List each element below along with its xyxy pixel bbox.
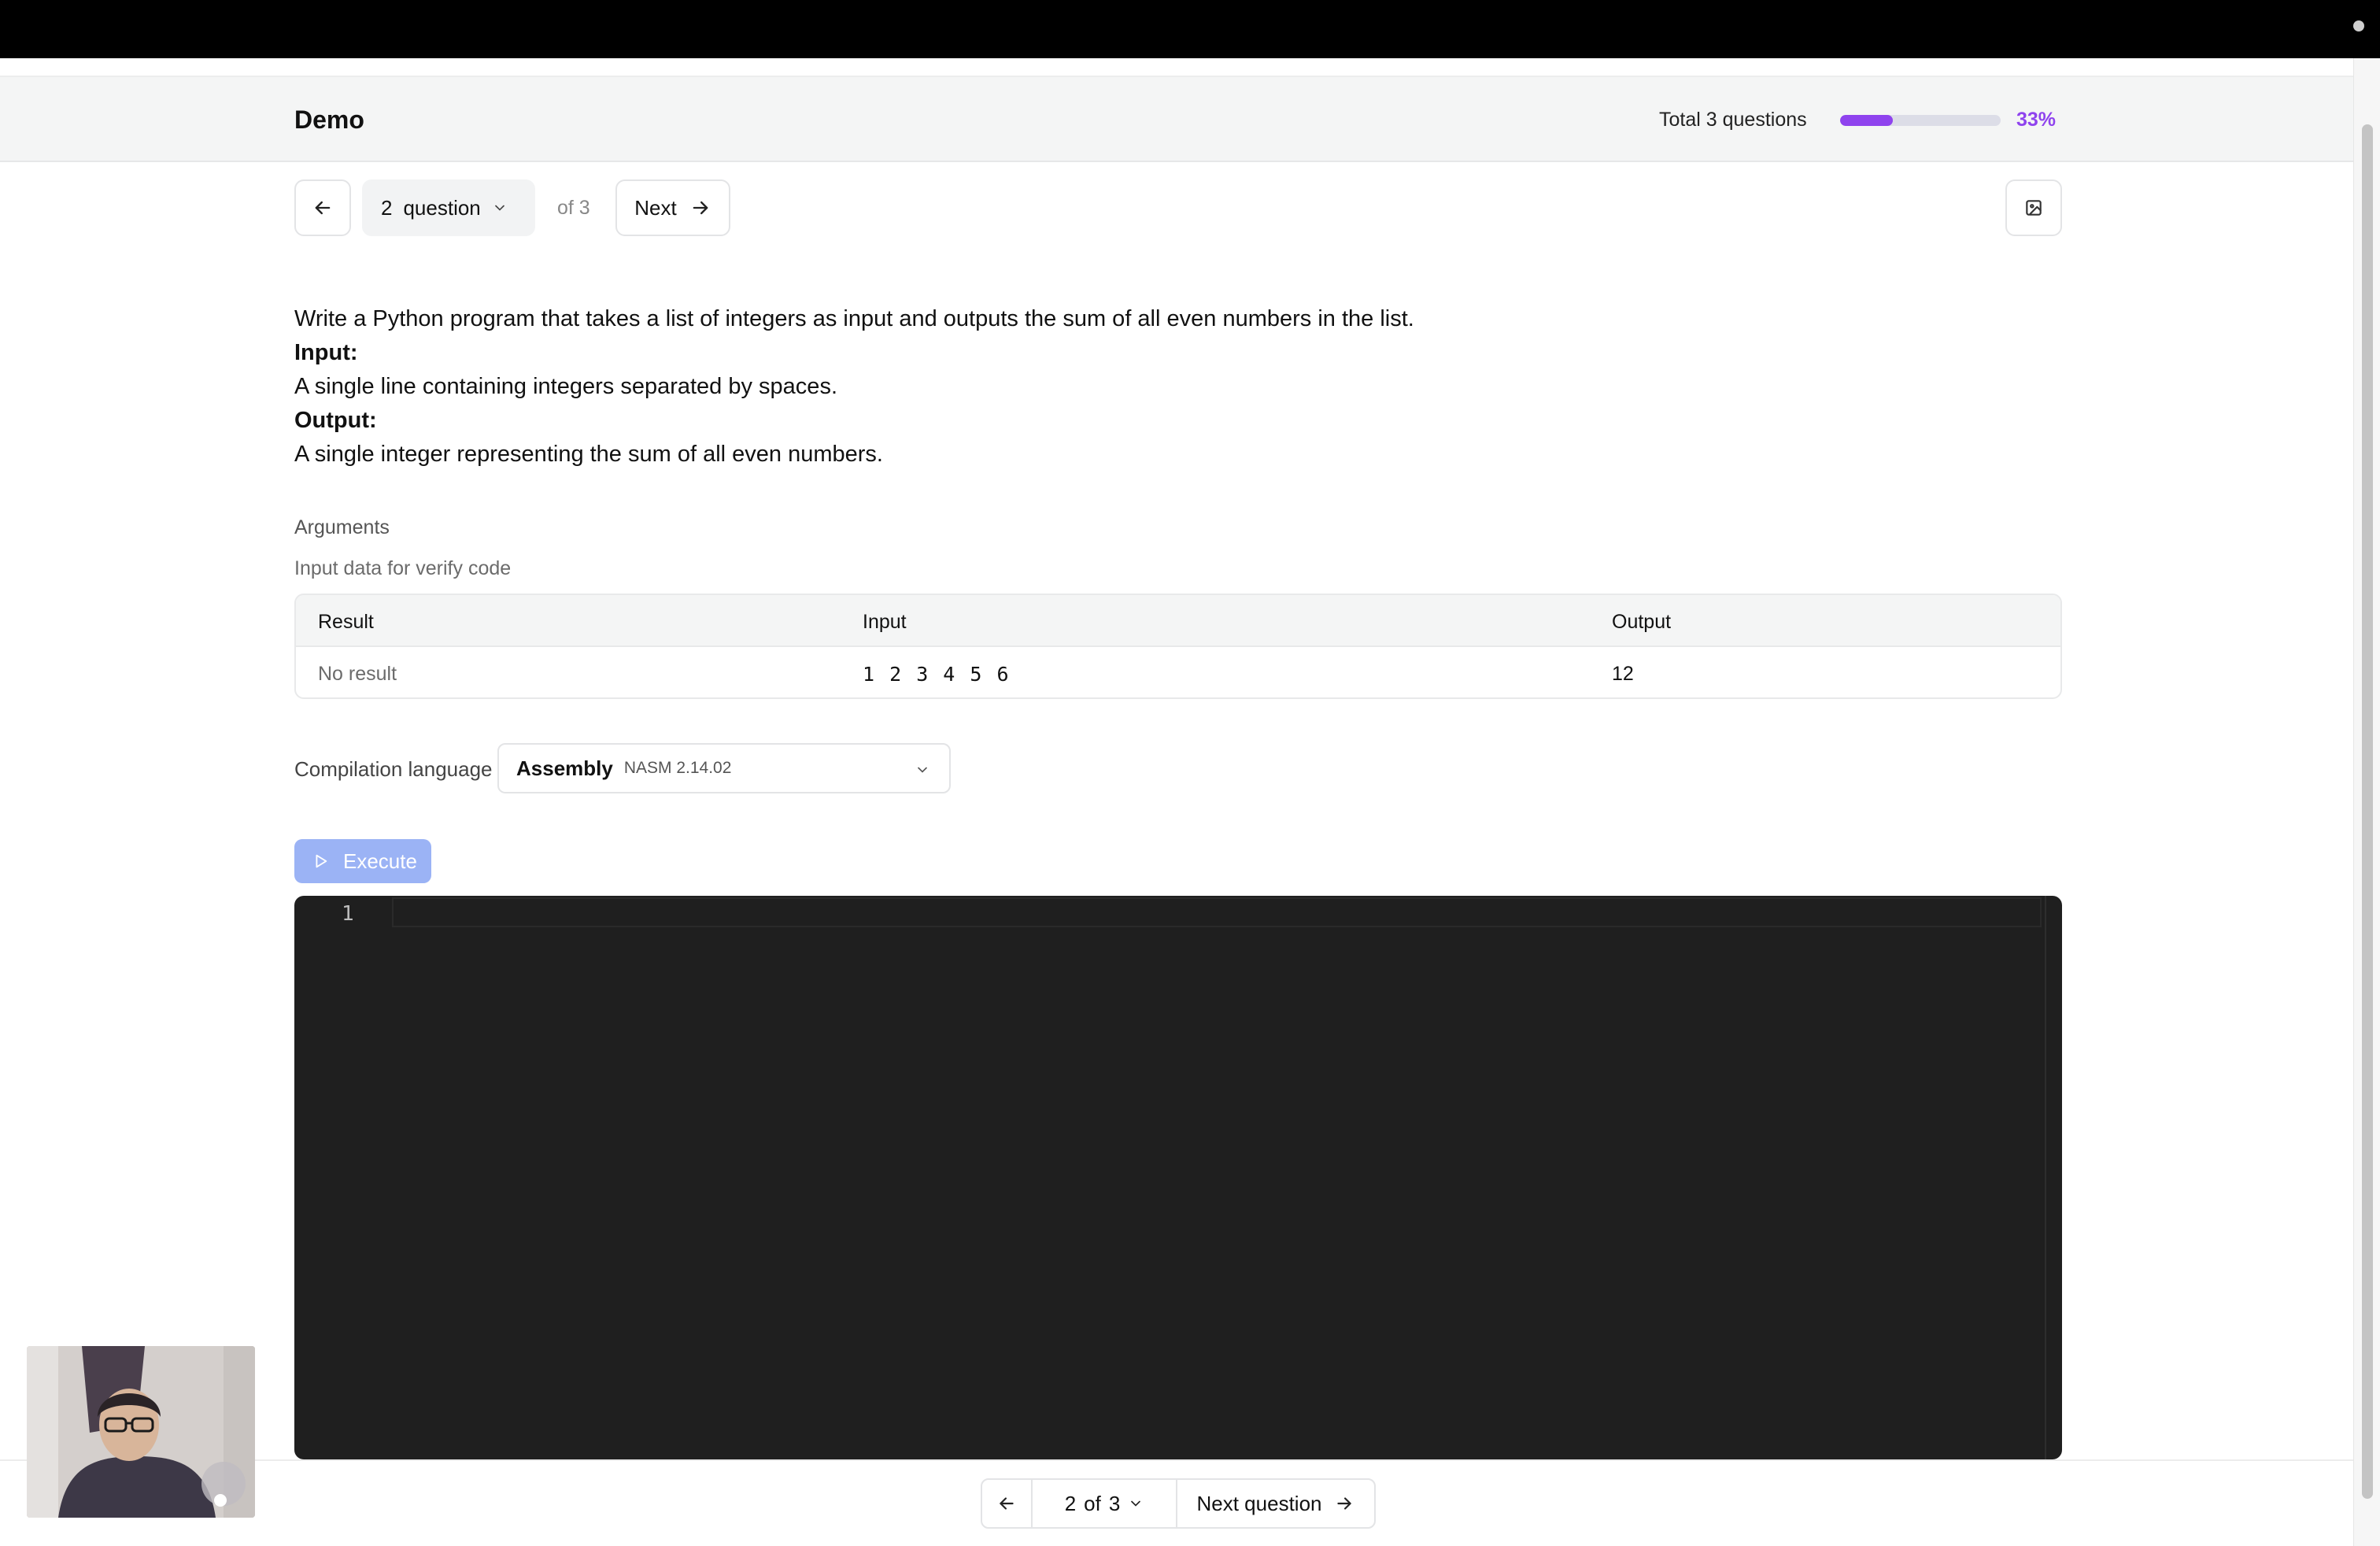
editor-scrollbar[interactable] [2045, 896, 2046, 1459]
footer-divider [0, 1459, 2353, 1461]
pager-previous-button[interactable] [982, 1480, 1033, 1527]
bottom-pager: 2 of 3 Next question [981, 1478, 1376, 1529]
pager-question-select[interactable]: 2 of 3 [1033, 1480, 1177, 1527]
output-heading: Output: [294, 408, 377, 433]
pager-current: 2 [1064, 1491, 1077, 1515]
input-description: A single line containing integers separa… [294, 374, 837, 399]
question-word: question [403, 195, 481, 220]
next-button[interactable]: Next [615, 179, 730, 236]
compilation-language-label: Compilation language [294, 757, 493, 781]
output-cell: 12 [1612, 663, 1634, 685]
language-name: Assembly [516, 756, 613, 780]
chevron-down-icon [1131, 1500, 1141, 1507]
total-questions-label: Total 3 questions [1659, 109, 1807, 131]
progress-percentage: 33% [2016, 109, 2057, 131]
next-question-button[interactable]: Next question [1177, 1480, 1374, 1527]
language-select[interactable]: Assembly NASM 2.14.02 [497, 743, 951, 793]
next-question-label: Next question [1196, 1491, 1322, 1515]
chevron-down-icon [918, 767, 927, 773]
column-header-output: Output [1612, 611, 1672, 633]
arguments-title: Arguments [294, 516, 390, 538]
table-row: No result 1 2 3 4 5 6 12 [296, 647, 2060, 697]
arrow-left-icon [1000, 1497, 1014, 1510]
arrow-right-icon [1337, 1497, 1352, 1510]
question-count-label: of 3 [557, 197, 590, 219]
question-text: Write a Python program that takes a list… [294, 306, 1414, 331]
input-heading: Input: [294, 340, 358, 365]
question-select[interactable]: 2 question [362, 179, 535, 236]
page-scrollbar[interactable] [2353, 58, 2380, 1546]
page-title: Demo [294, 105, 364, 134]
camera-indicator-icon [2353, 20, 2364, 31]
page-scrollbar-thumb[interactable] [2362, 124, 2373, 1499]
image-button[interactable] [2005, 179, 2062, 236]
next-label: Next [634, 195, 677, 220]
table-header: Result Input Output [296, 595, 2060, 647]
question-number: 2 [381, 195, 393, 220]
arguments-subtitle: Input data for verify code [294, 557, 512, 579]
column-header-result: Result [318, 611, 374, 633]
current-line-highlight [392, 897, 2042, 927]
pager-of: of [1084, 1491, 1101, 1515]
question-description: Write a Python program that takes a list… [294, 302, 1414, 472]
input-cell: 1 2 3 4 5 6 [863, 663, 1011, 686]
browser-top-bar [0, 0, 2380, 58]
code-editor[interactable]: 1 [294, 896, 2062, 1459]
chevron-down-icon [494, 205, 504, 211]
image-icon [2026, 200, 2042, 216]
arrow-right-icon [693, 201, 708, 215]
play-icon [316, 854, 327, 868]
language-version: NASM 2.14.02 [623, 759, 732, 777]
progress-bar [1840, 115, 2001, 126]
output-description: A single integer representing the sum of… [294, 442, 883, 467]
pager-total: 3 [1108, 1491, 1121, 1515]
progress-bar-fill [1840, 115, 1894, 126]
webcam-image [27, 1346, 255, 1518]
arrow-left-icon [315, 201, 331, 215]
arguments-table: Result Input Output No result 1 2 3 4 5 … [294, 594, 2062, 699]
line-number: 1 [342, 902, 354, 926]
page-header: Demo Total 3 questions 33% [0, 76, 2353, 162]
execute-button[interactable]: Execute [294, 839, 431, 883]
previous-question-button[interactable] [294, 179, 351, 236]
result-cell: No result [318, 663, 397, 685]
webcam-preview [27, 1346, 255, 1518]
column-header-input: Input [863, 611, 907, 633]
execute-label: Execute [343, 849, 417, 873]
